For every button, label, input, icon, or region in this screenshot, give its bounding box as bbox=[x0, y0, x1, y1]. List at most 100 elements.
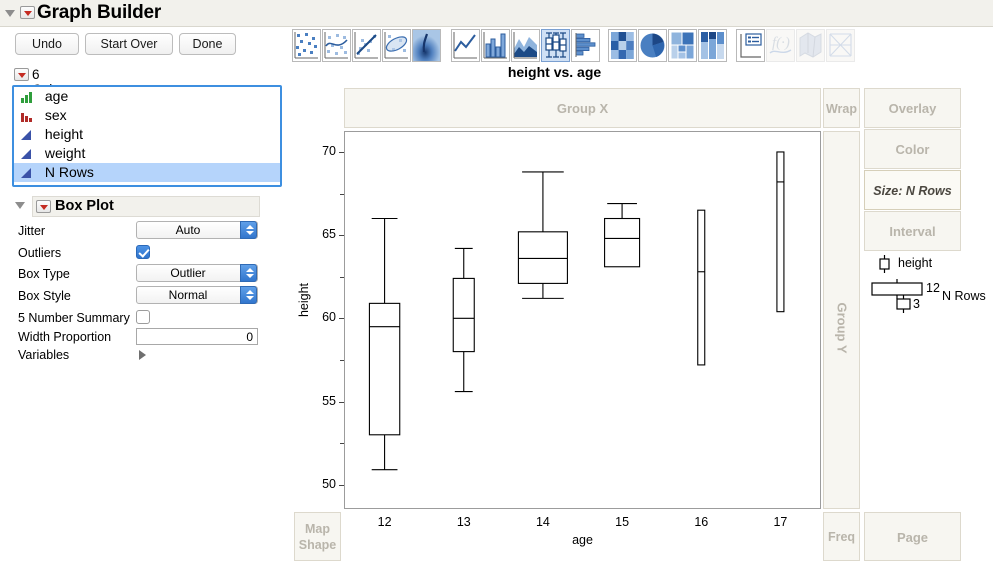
legend: height 12 3 N Rows bbox=[864, 255, 993, 325]
y-tick-mark bbox=[339, 318, 344, 320]
box-plot-15[interactable] bbox=[604, 202, 641, 268]
window-title-bar: Graph Builder bbox=[0, 0, 993, 27]
five-number-summary-label: 5 Number Summary bbox=[18, 311, 130, 325]
line-chart-icon[interactable] bbox=[451, 29, 480, 62]
box-type-combo[interactable]: Outlier bbox=[136, 264, 258, 282]
width-proportion-input[interactable]: 0 bbox=[136, 328, 258, 345]
undo-button[interactable]: Undo bbox=[15, 33, 79, 55]
column-item-height[interactable]: height bbox=[14, 125, 280, 144]
page-title: Graph Builder bbox=[37, 2, 162, 23]
box-plot-canvas bbox=[368, 151, 785, 471]
y-tick-label: 65 bbox=[322, 227, 336, 242]
column-label: sex bbox=[44, 107, 67, 123]
y-tick-mark bbox=[339, 401, 344, 403]
x-tick-label: 13 bbox=[456, 515, 471, 529]
box-style-combo[interactable]: Normal bbox=[136, 286, 258, 304]
points-icon[interactable] bbox=[292, 29, 321, 62]
map-shapes-icon[interactable] bbox=[796, 29, 825, 62]
column-label: N Rows bbox=[44, 164, 94, 180]
treemap-icon[interactable] bbox=[668, 29, 697, 62]
columns-list[interactable]: age sex height weight N Rows bbox=[12, 85, 282, 187]
outliers-checkbox[interactable] bbox=[136, 245, 150, 259]
contour-icon[interactable] bbox=[412, 29, 441, 62]
drop-zone-overlay[interactable]: Overlay bbox=[864, 88, 961, 128]
drop-zone-label: Size: N Rows bbox=[873, 184, 952, 198]
x-axis-title: age bbox=[572, 533, 593, 547]
drop-zone-label-line1: Map bbox=[305, 522, 330, 536]
heatmap-icon[interactable] bbox=[608, 29, 637, 62]
line-of-fit-icon[interactable] bbox=[352, 29, 381, 62]
y-axis-title: height bbox=[297, 282, 311, 318]
x-tick-label: 17 bbox=[773, 515, 788, 529]
y-tick-mark bbox=[340, 193, 344, 195]
box-style-stepper-icon[interactable] bbox=[240, 286, 257, 304]
plot-frame[interactable] bbox=[344, 131, 821, 509]
box-plot-14[interactable] bbox=[517, 171, 568, 299]
area-chart-icon[interactable] bbox=[511, 29, 540, 62]
x-tick-label: 15 bbox=[615, 515, 630, 529]
continuous-blue-icon bbox=[20, 146, 34, 159]
box-type-label: Box Type bbox=[18, 267, 70, 281]
variables-label: Variables bbox=[18, 348, 70, 362]
y-tick-label: 70 bbox=[322, 144, 336, 158]
column-label: weight bbox=[44, 145, 86, 161]
mosaic-icon[interactable] bbox=[698, 29, 727, 62]
smoother-icon[interactable] bbox=[322, 29, 351, 62]
bar-chart-icon[interactable] bbox=[481, 29, 510, 62]
drop-zone-label-line2: Shape bbox=[298, 538, 337, 552]
drop-zone-label: Group X bbox=[556, 101, 609, 116]
window-disclosure-triangle-icon[interactable] bbox=[5, 10, 15, 17]
box-plot-disclosure-triangle-icon[interactable] bbox=[15, 202, 25, 209]
box-style-label: Box Style bbox=[18, 289, 71, 303]
box-plot-13[interactable] bbox=[452, 247, 475, 393]
box-plot-16[interactable] bbox=[697, 209, 706, 366]
histogram-icon[interactable] bbox=[571, 29, 600, 62]
drop-zone-page[interactable]: Page bbox=[864, 512, 961, 561]
box-type-stepper-icon[interactable] bbox=[240, 264, 257, 282]
drop-zone-color[interactable]: Color bbox=[864, 129, 961, 169]
column-item-sex[interactable]: sex bbox=[14, 106, 280, 125]
box-plot-icon[interactable] bbox=[541, 29, 570, 62]
y-tick-label: 55 bbox=[322, 393, 336, 408]
parallel-plot-icon[interactable] bbox=[826, 29, 855, 62]
column-label: age bbox=[44, 88, 69, 104]
drop-zone-group-y[interactable]: Group Y bbox=[823, 131, 860, 509]
start-over-button[interactable]: Start Over bbox=[85, 33, 173, 55]
column-item-age[interactable]: age bbox=[14, 87, 280, 106]
drop-zone-size[interactable]: Size: N Rows bbox=[864, 170, 961, 210]
jitter-label: Jitter bbox=[18, 224, 46, 238]
red-triangle-menu-icon[interactable] bbox=[20, 6, 35, 19]
svg-text:f(·): f(·) bbox=[772, 35, 790, 51]
box-plot-red-triangle-menu-icon[interactable] bbox=[36, 200, 51, 213]
x-tick-label: 14 bbox=[535, 515, 550, 529]
variables-expand-icon[interactable] bbox=[139, 350, 146, 360]
box-plot-12[interactable] bbox=[368, 217, 401, 471]
ellipse-icon[interactable] bbox=[382, 29, 411, 62]
drop-zone-freq[interactable]: Freq bbox=[823, 512, 860, 561]
formula-icon[interactable]: f(·) bbox=[766, 29, 795, 62]
drop-zone-interval[interactable]: Interval bbox=[864, 211, 961, 251]
drop-zone-wrap[interactable]: Wrap bbox=[823, 88, 860, 128]
drop-zone-label: Page bbox=[896, 530, 929, 545]
jitter-value: Auto bbox=[175, 223, 201, 237]
legend-size-max-label: 12 bbox=[926, 281, 940, 295]
jitter-stepper-icon[interactable] bbox=[240, 221, 257, 239]
box-plot-panel-title: Box Plot bbox=[55, 198, 114, 214]
continuous-green-icon bbox=[20, 89, 34, 103]
pie-chart-icon[interactable] bbox=[638, 29, 667, 62]
box-plot-17[interactable] bbox=[776, 151, 785, 313]
column-item-weight[interactable]: weight bbox=[14, 144, 280, 163]
drop-zone-map-shape[interactable]: Map Shape bbox=[294, 512, 341, 561]
drop-zone-group-x[interactable]: Group X bbox=[344, 88, 821, 128]
x-tick-label: 16 bbox=[694, 515, 709, 529]
columns-red-triangle-menu-icon[interactable] bbox=[14, 68, 29, 81]
y-tick-mark bbox=[339, 152, 344, 153]
legend-size-min-label: 3 bbox=[913, 297, 920, 311]
column-item-n-rows[interactable]: N Rows bbox=[14, 163, 280, 182]
drop-zone-label: Overlay bbox=[888, 101, 937, 116]
five-number-summary-checkbox[interactable] bbox=[136, 310, 150, 324]
caption-box-icon[interactable] bbox=[736, 29, 765, 62]
jitter-combo[interactable]: Auto bbox=[136, 221, 258, 239]
outliers-label: Outliers bbox=[18, 246, 62, 260]
done-button[interactable]: Done bbox=[179, 33, 236, 55]
